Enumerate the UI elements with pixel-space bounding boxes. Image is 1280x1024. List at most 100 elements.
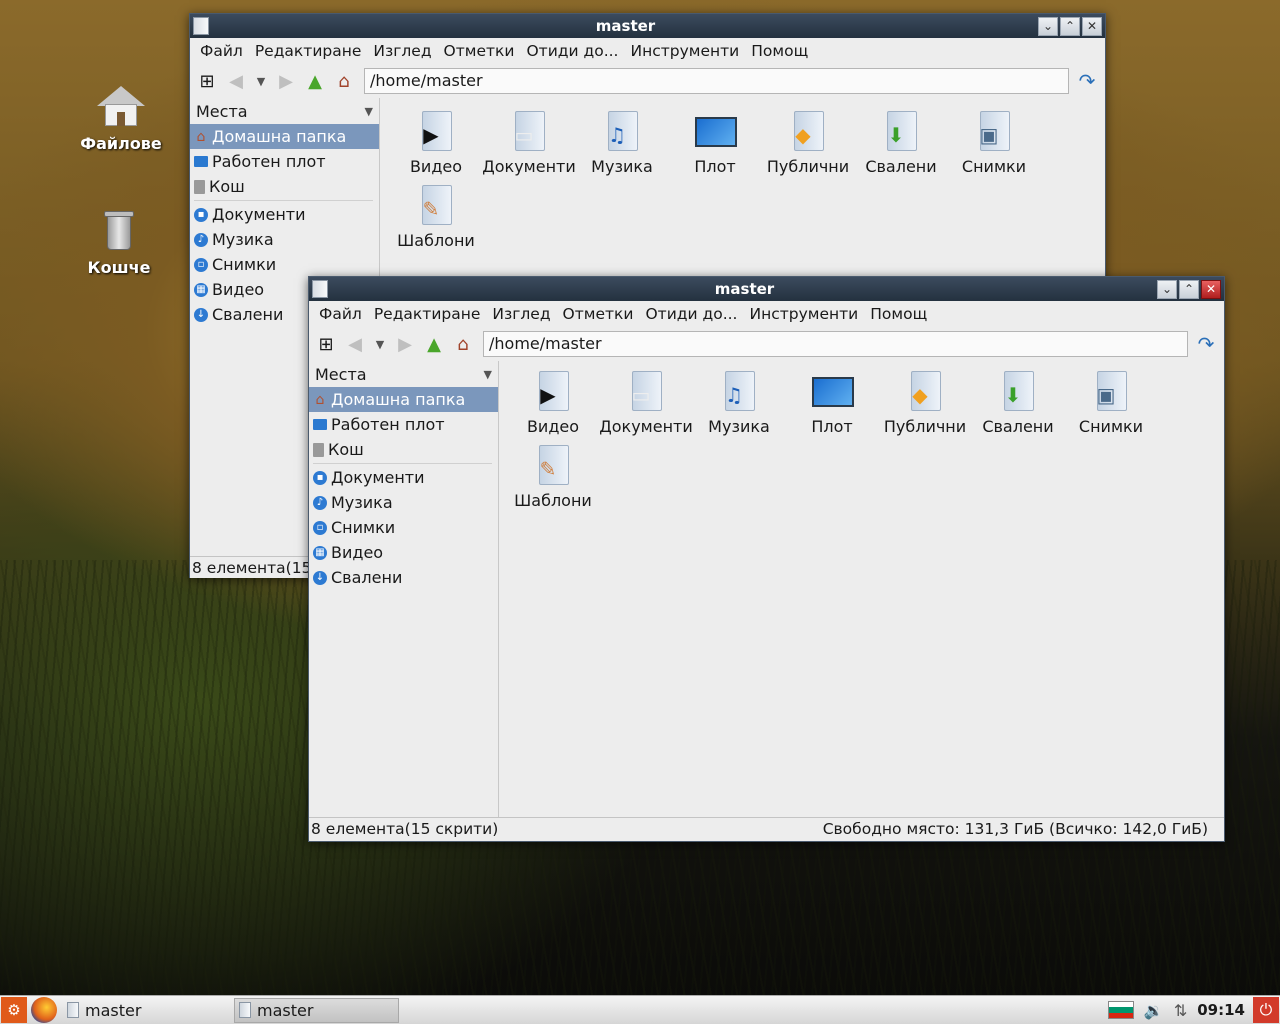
menu-edit[interactable]: Редактиране bbox=[368, 305, 487, 323]
menu-go[interactable]: Отиди до... bbox=[520, 42, 624, 60]
sidebar-item-trash[interactable]: Кош bbox=[309, 437, 498, 462]
history-dropdown-icon[interactable]: ▼ bbox=[371, 331, 389, 357]
sidebar-item-home[interactable]: ⌂ Домашна папка bbox=[190, 124, 379, 149]
sidebar-item-desktop[interactable]: Работен плот bbox=[309, 412, 498, 437]
sidebar-item-home[interactable]: ⌂ Домашна папка bbox=[309, 387, 498, 412]
file-item-templates[interactable]: ✎ Шаблони bbox=[390, 183, 482, 257]
menu-file[interactable]: Файл bbox=[313, 305, 368, 323]
sidebar-item-documents[interactable]: ▪ Документи bbox=[309, 465, 498, 490]
documents-icon: ▪ bbox=[313, 470, 327, 485]
documents-folder-icon: ▭ bbox=[626, 369, 666, 413]
places-header[interactable]: Места ▼ bbox=[309, 361, 498, 387]
menu-help[interactable]: Помощ bbox=[745, 42, 814, 60]
forward-icon[interactable]: ▶ bbox=[392, 331, 418, 357]
taskbar-task-label: master bbox=[257, 1000, 314, 1020]
places-header[interactable]: Места ▼ bbox=[190, 98, 379, 124]
app-icon bbox=[239, 1002, 251, 1018]
file-manager-window-front[interactable]: master ⌄ ⌃ ✕ Файл Редактиране Изглед Отм… bbox=[308, 276, 1225, 842]
titlebar[interactable]: master ⌄ ⌃ ✕ bbox=[190, 14, 1105, 38]
file-item-pictures[interactable]: ▣ Снимки bbox=[1065, 369, 1157, 443]
sidebar-item-pictures[interactable]: ▫ Снимки bbox=[309, 515, 498, 540]
pictures-folder-icon: ▣ bbox=[1091, 369, 1131, 413]
file-item-video[interactable]: ▶ Видео bbox=[390, 109, 482, 183]
sidebar-item-trash[interactable]: Кош bbox=[190, 174, 379, 199]
up-icon[interactable]: ▲ bbox=[421, 331, 447, 357]
clock[interactable]: 09:14 bbox=[1197, 1001, 1245, 1019]
video-folder-icon: ▶ bbox=[533, 369, 573, 413]
sidebar-item-music[interactable]: ♪ Музика bbox=[190, 227, 379, 252]
go-icon[interactable]: ↷ bbox=[1192, 331, 1220, 357]
power-icon[interactable]: ⏻ bbox=[1253, 997, 1279, 1023]
menu-file[interactable]: Файл bbox=[194, 42, 249, 60]
sidebar-item-video[interactable]: ▦ Видео bbox=[309, 540, 498, 565]
file-item-desktop[interactable]: Плот bbox=[786, 369, 878, 443]
path-input[interactable]: /home/master bbox=[364, 68, 1069, 94]
taskbar-task-master-1[interactable]: master bbox=[63, 998, 228, 1023]
file-item-public[interactable]: ◆ Публични bbox=[762, 109, 854, 183]
file-item-documents[interactable]: ▭ Документи bbox=[599, 369, 693, 443]
file-item-music[interactable]: ♫ Музика bbox=[576, 109, 668, 183]
path-input[interactable]: /home/master bbox=[483, 331, 1188, 357]
firefox-icon[interactable] bbox=[31, 997, 57, 1023]
taskbar: ⚙ master master 🔉 ⇅ 09:14 ⏻ bbox=[0, 995, 1280, 1024]
forward-icon[interactable]: ▶ bbox=[273, 68, 299, 94]
back-icon[interactable]: ◀ bbox=[223, 68, 249, 94]
titlebar[interactable]: master ⌄ ⌃ ✕ bbox=[309, 277, 1224, 301]
volume-icon[interactable]: 🔉 bbox=[1144, 1001, 1164, 1020]
menu-help[interactable]: Помощ bbox=[864, 305, 933, 323]
new-tab-icon[interactable]: ⊞ bbox=[313, 331, 339, 357]
close-button[interactable]: ✕ bbox=[1082, 16, 1102, 36]
file-item-video[interactable]: ▶ Видео bbox=[507, 369, 599, 443]
sidebar-item-pictures[interactable]: ▫ Снимки bbox=[190, 252, 379, 277]
menu-bookmarks[interactable]: Отметки bbox=[438, 42, 521, 60]
file-item-label: Свалени bbox=[865, 157, 937, 176]
music-icon: ♪ bbox=[313, 495, 327, 510]
menu-view[interactable]: Изглед bbox=[367, 42, 437, 60]
menu-go[interactable]: Отиди до... bbox=[639, 305, 743, 323]
file-item-pictures[interactable]: ▣ Снимки bbox=[948, 109, 1040, 183]
file-view[interactable]: ▶ Видео ▭ Документи ♫ Музика Плот ◆ Публ… bbox=[499, 361, 1224, 817]
taskbar-task-master-2[interactable]: master bbox=[234, 997, 399, 1023]
file-item-templates[interactable]: ✎ Шаблони bbox=[507, 443, 599, 517]
sidebar-item-label: Свалени bbox=[212, 305, 284, 324]
file-item-downloads[interactable]: ⬇ Свалени bbox=[972, 369, 1064, 443]
desktop-icon-label: Файлове bbox=[80, 134, 162, 153]
home-icon[interactable]: ⌂ bbox=[331, 68, 357, 94]
sidebar-item-music[interactable]: ♪ Музика bbox=[309, 490, 498, 515]
sidebar-item-label: Кош bbox=[328, 440, 364, 459]
desktop-icon-files[interactable]: Файлове bbox=[71, 82, 171, 153]
start-menu-button[interactable]: ⚙ bbox=[1, 997, 27, 1023]
file-item-public[interactable]: ◆ Публични bbox=[879, 369, 971, 443]
menu-edit[interactable]: Редактиране bbox=[249, 42, 368, 60]
file-item-desktop[interactable]: Плот bbox=[669, 109, 761, 183]
close-button[interactable]: ✕ bbox=[1201, 279, 1221, 299]
history-dropdown-icon[interactable]: ▼ bbox=[252, 68, 270, 94]
maximize-button[interactable]: ⌃ bbox=[1060, 16, 1080, 36]
up-icon[interactable]: ▲ bbox=[302, 68, 328, 94]
menu-tools[interactable]: Инструменти bbox=[744, 305, 865, 323]
file-grid: ▶ Видео ▭ Документи ♫ Музика Плот ◆ Публ… bbox=[499, 361, 1224, 517]
network-icon[interactable]: ⇅ bbox=[1174, 1001, 1187, 1020]
desktop-icon-trash[interactable]: Кошче bbox=[69, 206, 169, 277]
maximize-button[interactable]: ⌃ bbox=[1179, 279, 1199, 299]
go-icon[interactable]: ↷ bbox=[1073, 68, 1101, 94]
sidebar-item-desktop[interactable]: Работен плот bbox=[190, 149, 379, 174]
minimize-button[interactable]: ⌄ bbox=[1038, 16, 1058, 36]
sidebar-item-label: Кош bbox=[209, 177, 245, 196]
back-icon[interactable]: ◀ bbox=[342, 331, 368, 357]
file-item-music[interactable]: ♫ Музика bbox=[693, 369, 785, 443]
keyboard-layout-flag-icon[interactable] bbox=[1107, 1001, 1134, 1019]
file-item-documents[interactable]: ▭ Документи bbox=[482, 109, 576, 183]
minimize-button[interactable]: ⌄ bbox=[1157, 279, 1177, 299]
new-tab-icon[interactable]: ⊞ bbox=[194, 68, 220, 94]
menu-tools[interactable]: Инструменти bbox=[625, 42, 746, 60]
file-item-downloads[interactable]: ⬇ Свалени bbox=[855, 109, 947, 183]
sidebar-item-downloads[interactable]: ↓ Свалени bbox=[309, 565, 498, 590]
menu-view[interactable]: Изглед bbox=[486, 305, 556, 323]
pictures-icon: ▫ bbox=[313, 520, 327, 535]
menu-bookmarks[interactable]: Отметки bbox=[557, 305, 640, 323]
places-sidebar: Места ▼ ⌂ Домашна папка Работен плот Кош ▪… bbox=[309, 361, 499, 817]
sidebar-item-documents[interactable]: ▪ Документи bbox=[190, 202, 379, 227]
home-icon[interactable]: ⌂ bbox=[450, 331, 476, 357]
file-item-label: Свалени bbox=[982, 417, 1054, 436]
